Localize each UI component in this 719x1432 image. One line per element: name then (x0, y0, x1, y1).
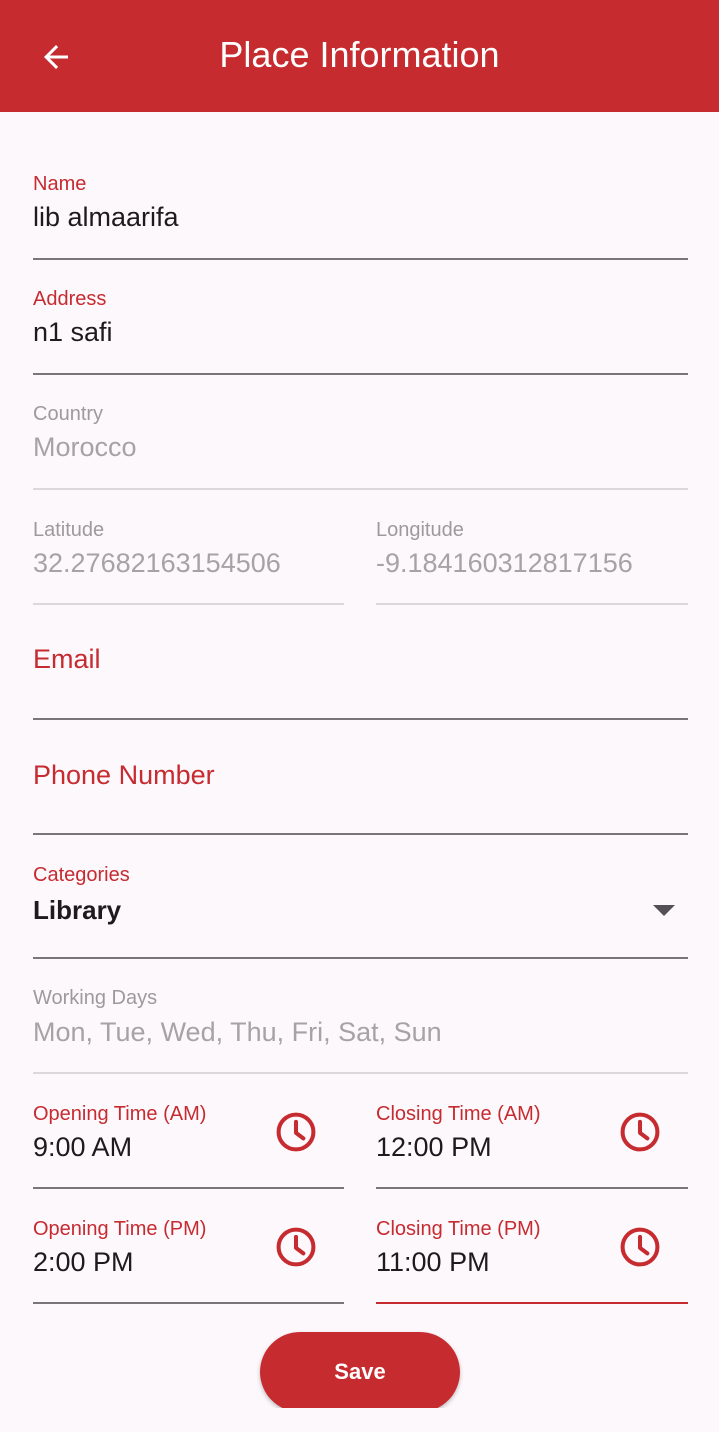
closing-time-am-picker-button[interactable] (616, 1108, 664, 1156)
closing-time-pm-picker-button[interactable] (616, 1223, 664, 1271)
country-field: Country Morocco (33, 400, 688, 491)
closing-time-am-value: 12:00 PM (376, 1132, 492, 1162)
latitude-value: 32.27682163154506 (33, 548, 281, 578)
address-underline (33, 373, 688, 375)
address-field[interactable]: Address n1 safi (33, 285, 688, 376)
closing-time-am-underline (376, 1187, 688, 1189)
latitude-underline (33, 603, 344, 605)
longitude-value: -9.184160312817156 (376, 548, 633, 578)
dropdown-arrow-icon (653, 905, 675, 916)
clock-icon (620, 1227, 660, 1267)
name-label: Name (33, 173, 87, 195)
opening-time-am-value: 9:00 AM (33, 1132, 133, 1162)
clock-icon (276, 1227, 316, 1267)
phone-field[interactable]: Phone Number (33, 756, 688, 838)
country-label: Country (33, 403, 104, 425)
opening-time-am-label: Opening Time (AM) (33, 1103, 207, 1125)
phone-underline (33, 833, 688, 835)
longitude-underline (376, 603, 688, 605)
clock-icon (620, 1112, 660, 1152)
closing-time-am-field[interactable]: Closing Time (AM) 12:00 PM (376, 1100, 688, 1191)
working-days-field: Working Days Mon, Tue, Wed, Thu, Fri, Sa… (33, 984, 688, 1076)
working-days-value: Mon, Tue, Wed, Thu, Fri, Sat, Sun (33, 1017, 442, 1047)
closing-time-pm-value: 11:00 PM (376, 1247, 490, 1277)
country-underline (33, 488, 688, 490)
clock-icon (276, 1112, 316, 1152)
categories-value: Library (33, 895, 122, 925)
latitude-field: Latitude 32.27682163154506 (33, 516, 344, 607)
longitude-field: Longitude -9.184160312817156 (376, 516, 688, 607)
opening-time-pm-label: Opening Time (PM) (33, 1218, 207, 1240)
opening-time-pm-underline (33, 1302, 344, 1304)
longitude-label: Longitude (376, 519, 464, 541)
categories-dropdown[interactable]: Categories Library (33, 861, 688, 961)
bottom-edge (0, 1408, 719, 1432)
closing-time-am-label: Closing Time (AM) (376, 1103, 541, 1125)
opening-time-pm-field[interactable]: Opening Time (PM) 2:00 PM (33, 1215, 344, 1306)
email-label: Email (33, 644, 101, 674)
address-value: n1 safi (33, 317, 113, 347)
app-bar: Place Information (0, 0, 719, 112)
working-days-label: Working Days (33, 987, 158, 1009)
opening-time-am-underline (33, 1187, 344, 1189)
email-underline (33, 718, 688, 720)
categories-underline (33, 957, 688, 959)
opening-time-am-picker-button[interactable] (272, 1108, 320, 1156)
name-underline (33, 258, 688, 260)
categories-label: Categories (33, 864, 130, 886)
working-days-underline (33, 1072, 688, 1074)
opening-time-pm-value: 2:00 PM (33, 1247, 134, 1277)
phone-label: Phone Number (33, 760, 215, 790)
closing-time-pm-underline (376, 1302, 688, 1304)
name-value: lib almaarifa (33, 202, 179, 232)
address-label: Address (33, 288, 107, 310)
closing-time-pm-field[interactable]: Closing Time (PM) 11:00 PM (376, 1215, 688, 1306)
opening-time-am-field[interactable]: Opening Time (AM) 9:00 AM (33, 1100, 344, 1191)
email-field[interactable]: Email (33, 640, 688, 722)
opening-time-pm-picker-button[interactable] (272, 1223, 320, 1271)
latitude-label: Latitude (33, 519, 105, 541)
page-title: Place Information (219, 34, 500, 75)
name-field[interactable]: Name lib almaarifa (33, 170, 688, 261)
closing-time-pm-label: Closing Time (PM) (376, 1218, 541, 1240)
country-value: Morocco (33, 432, 137, 462)
save-button[interactable]: Save (260, 1332, 460, 1412)
